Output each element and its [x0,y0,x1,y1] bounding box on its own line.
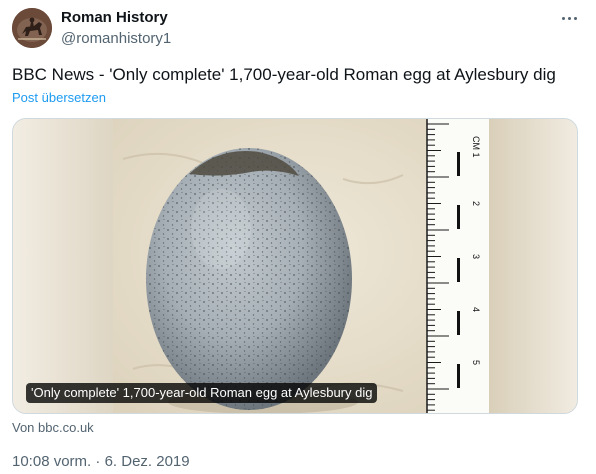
avatar[interactable] [12,8,52,48]
ruler-number: 3 [471,254,481,259]
link-card[interactable]: CM 1 2 3 4 5 [12,118,578,414]
tweet-text: BBC News - 'Only complete' 1,700-year-ol… [12,65,556,84]
card-source-link[interactable]: Von bbc.co.uk [12,420,94,435]
ruler-bar [457,205,460,229]
ruler-number: CM 1 [471,136,481,158]
timestamp-separator: · [91,453,105,470]
ruler-bar [457,311,460,335]
author-name[interactable]: Roman History [61,9,168,26]
ruler-bar [457,152,460,176]
author-handle[interactable]: @romanhistory1 [61,30,171,47]
post-date[interactable]: 6. Dez. 2019 [105,453,190,470]
translate-post-link[interactable]: Post übersetzen [12,90,106,105]
tweet: Roman History @romanhistory1 BBC News - … [0,0,596,474]
post-timestamp: 10:08 vorm. · 6. Dez. 2019 [12,453,190,470]
more-horizontal-icon [561,16,565,20]
ruler-number: 5 [471,360,481,365]
card-image: CM 1 2 3 4 5 [13,119,577,413]
ruler-bar [457,364,460,388]
post-time[interactable]: 10:08 vorm. [12,453,91,470]
ruler-number: 2 [471,201,481,206]
card-title: 'Only complete' 1,700-year-old Roman egg… [26,383,378,403]
more-options-button[interactable] [555,8,583,28]
avatar-horseman-icon [12,8,52,48]
ruler-number: 4 [471,307,481,312]
ruler-bar [457,258,460,282]
